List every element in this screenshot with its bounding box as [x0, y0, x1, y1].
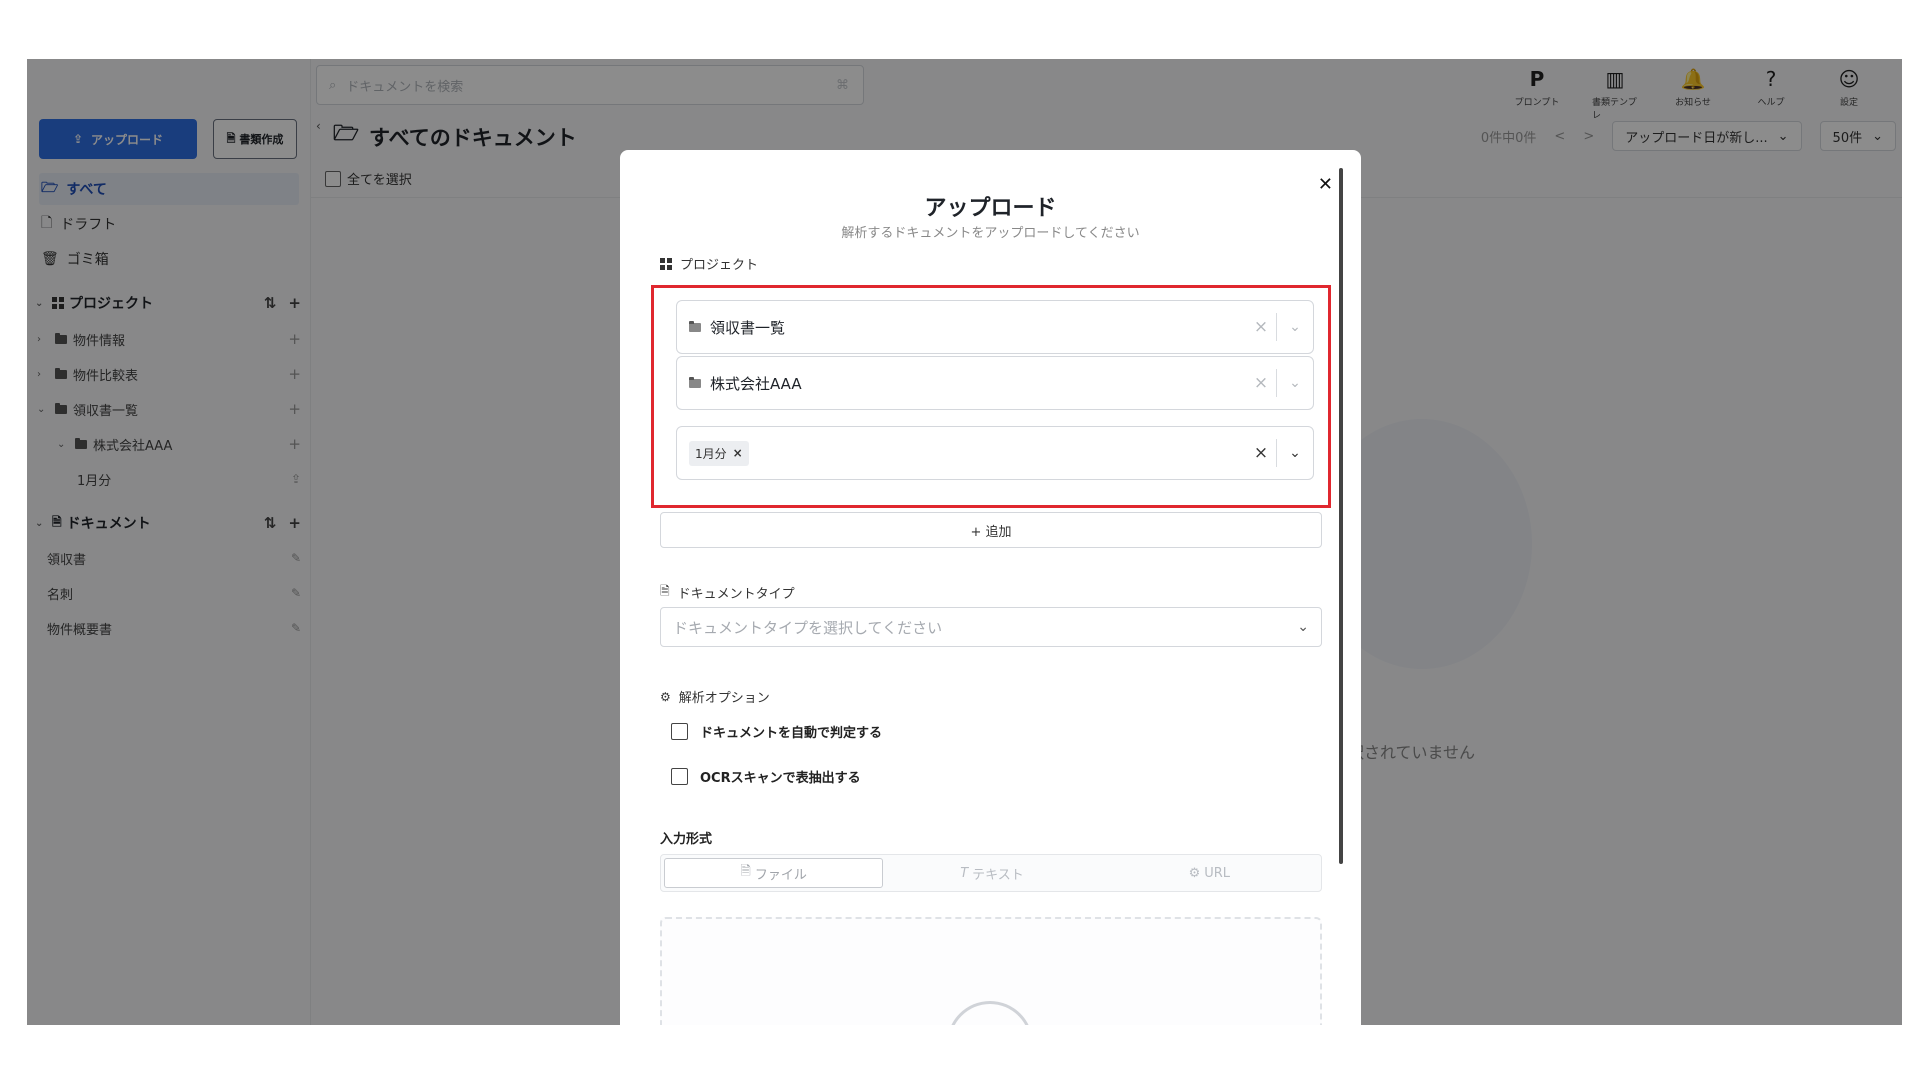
add-project-button[interactable]: + 追加	[660, 512, 1322, 548]
project-select-2[interactable]: 株式会社AAA × ⌄	[676, 356, 1314, 410]
app-window: ⇪ アップロード 🗎 書類作成 🗁 すべて 🗋 ドラフト 🗑 ゴミ箱 ⌄ プロジ…	[27, 59, 1902, 1025]
chevron-down-icon[interactable]: ⌄	[1277, 445, 1313, 461]
tab-url[interactable]: ⚙ URL	[1101, 858, 1318, 888]
analysis-icon: ⚙	[660, 689, 671, 704]
file-dropzone[interactable]	[660, 917, 1322, 1025]
modal-subtitle: 解析するドキュメントをアップロードしてください	[841, 226, 1140, 241]
selected-tag: 1月分 ×	[689, 440, 749, 466]
options-section-label: ⚙ 解析オプション	[660, 689, 770, 707]
link-icon: ⚙	[1188, 865, 1201, 881]
auto-detect-checkbox[interactable]	[671, 723, 688, 740]
modal-scrollbar[interactable]	[1339, 168, 1343, 864]
clear-icon[interactable]: ×	[1246, 317, 1276, 337]
cloud-upload-icon	[947, 1001, 1033, 1025]
project-section-label: プロジェクト	[660, 254, 758, 273]
folder-icon	[689, 376, 701, 388]
option-auto-detect[interactable]: ドキュメントを自動で判定する	[671, 722, 882, 741]
upload-modal: ✕ アップロード 解析するドキュメントをアップロードしてください プロジェクト …	[620, 150, 1361, 1025]
project-select-3[interactable]: 1月分 × × ⌄	[676, 426, 1314, 480]
clear-icon[interactable]: ×	[1246, 443, 1276, 463]
chevron-down-icon: ⌄	[1297, 619, 1309, 635]
modal-title: アップロード	[924, 196, 1057, 221]
text-icon: T	[960, 865, 969, 881]
remove-tag-icon[interactable]: ×	[733, 446, 743, 460]
chevron-down-icon[interactable]: ⌄	[1277, 319, 1313, 335]
tab-file[interactable]: 🗎 ファイル	[664, 858, 884, 888]
projects-icon	[660, 257, 672, 270]
clear-icon[interactable]: ×	[1246, 373, 1276, 393]
document-icon: 🗎	[660, 584, 670, 598]
ocr-table-checkbox[interactable]	[671, 768, 688, 785]
format-label: 入力形式	[660, 832, 713, 847]
file-icon: 🗎	[740, 864, 751, 879]
doctype-select[interactable]: ドキュメントタイプを選択してください ⌄	[660, 607, 1322, 647]
input-format-tabs: 🗎 ファイル T テキスト ⚙ URL	[660, 854, 1322, 892]
project-select-1[interactable]: 領収書一覧 × ⌄	[676, 300, 1314, 354]
chevron-down-icon[interactable]: ⌄	[1277, 375, 1313, 391]
doctype-section-label: 🗎 ドキュメントタイプ	[660, 584, 795, 602]
option-ocr-table[interactable]: OCRスキャンで表抽出する	[671, 767, 861, 786]
tab-text[interactable]: T テキスト	[883, 858, 1100, 888]
folder-icon	[689, 320, 701, 332]
